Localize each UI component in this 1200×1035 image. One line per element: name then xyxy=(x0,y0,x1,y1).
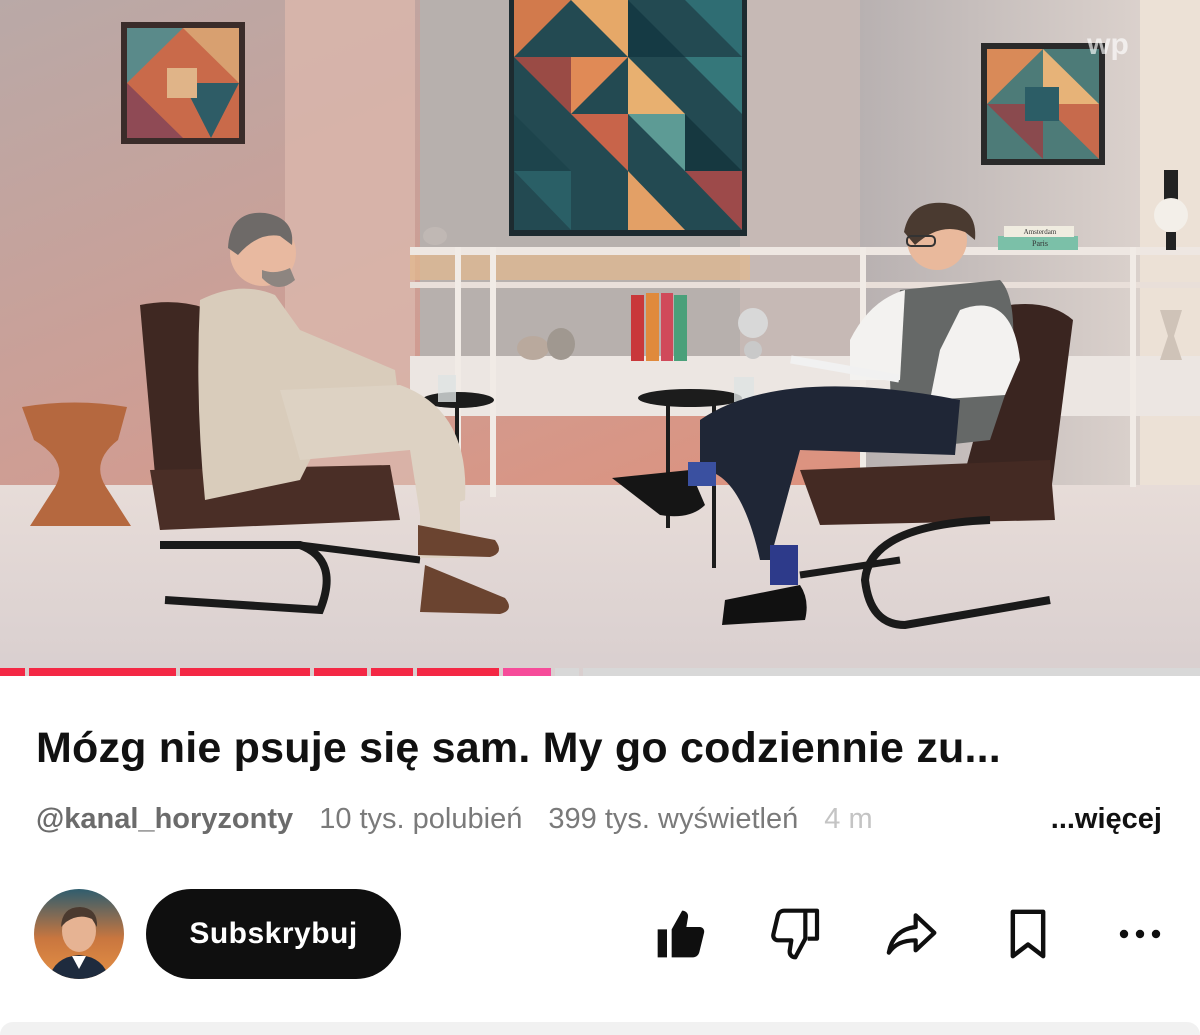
share-button[interactable] xyxy=(879,902,943,966)
likes-count: 10 tys. polubień xyxy=(319,803,523,835)
chapter-segment xyxy=(417,668,500,676)
upload-age: 4 m xyxy=(824,803,873,835)
chapter-segment xyxy=(179,668,311,676)
chapter-segment xyxy=(555,668,580,676)
video-progress-bar[interactable] xyxy=(0,668,1200,676)
video-title[interactable]: Mózg nie psuje się sam. My go codziennie… xyxy=(36,724,1176,773)
progress-scrubber[interactable] xyxy=(503,668,552,676)
video-frame: Paris Amsterdam wp xyxy=(0,0,1200,676)
like-button[interactable] xyxy=(649,902,713,966)
chapter-segment xyxy=(371,668,414,676)
more-icon xyxy=(1119,929,1161,939)
save-button[interactable] xyxy=(996,902,1060,966)
channel-handle[interactable]: @kanal_horyzonty xyxy=(36,803,293,836)
share-icon xyxy=(886,913,937,955)
chapter-segment xyxy=(0,668,25,676)
video-player[interactable]: Paris Amsterdam wp xyxy=(0,0,1200,676)
book-label-amsterdam: Amsterdam xyxy=(1024,228,1057,236)
video-meta-row[interactable]: @kanal_horyzonty 10 tys. polubień 399 ty… xyxy=(36,803,1176,843)
views-count: 399 tys. wyświetleń xyxy=(548,803,799,835)
chapter-segment xyxy=(28,668,176,676)
channel-avatar[interactable] xyxy=(34,889,124,979)
more-description-link[interactable]: ...więcej xyxy=(1010,803,1162,836)
next-section-edge xyxy=(0,1022,1200,1035)
more-actions-button[interactable] xyxy=(1108,902,1172,966)
subscribe-button[interactable]: Subskrybuj xyxy=(146,889,401,979)
dislike-icon xyxy=(771,908,820,960)
like-icon xyxy=(657,910,705,958)
dislike-button[interactable] xyxy=(764,902,828,966)
save-icon xyxy=(1010,909,1046,959)
channel-watermark: wp xyxy=(1086,28,1129,61)
chapter-segment xyxy=(314,668,368,676)
chapter-segment xyxy=(583,668,1200,676)
book-label-paris: Paris xyxy=(1032,239,1048,248)
